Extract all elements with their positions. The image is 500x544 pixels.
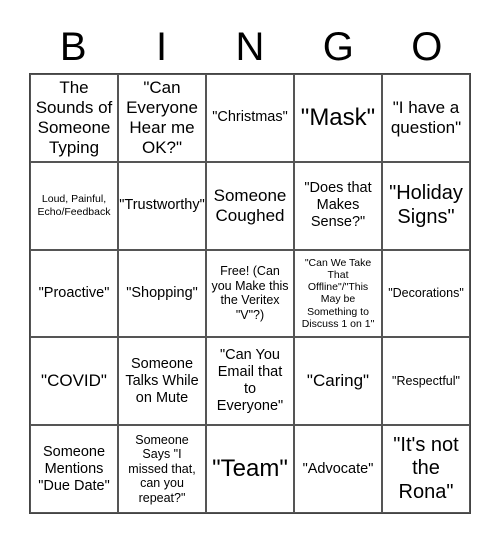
bingo-cell[interactable]: "Caring" (294, 337, 382, 426)
bingo-cell[interactable]: Loud, Painful, Echo/Feedback (30, 161, 118, 250)
bingo-cell[interactable]: "Does that Makes Sense?" (294, 161, 382, 250)
bingo-cell[interactable]: "Team" (206, 425, 294, 513)
bingo-cell[interactable]: "Can You Email that to Everyone" (206, 337, 294, 426)
bingo-cell[interactable]: "It's not the Rona" (382, 425, 470, 513)
bingo-cell[interactable]: "Holiday Signs" (382, 161, 470, 250)
bingo-cell[interactable]: "Shopping" (118, 249, 206, 338)
header-letter-g: G (322, 25, 354, 69)
bingo-cell[interactable]: "Decorations" (382, 249, 470, 338)
bingo-cell[interactable]: "Proactive" (30, 249, 118, 338)
bingo-header: B I N G O (29, 22, 471, 72)
bingo-cell[interactable]: "Advocate" (294, 425, 382, 513)
bingo-cell[interactable]: "COVID" (30, 337, 118, 426)
bingo-cell[interactable]: "Respectful" (382, 337, 470, 426)
bingo-cell[interactable]: Someone Says "I missed that, can you rep… (118, 425, 206, 513)
bingo-free-cell[interactable]: Free! (Can you Make this the Veritex "V"… (206, 249, 294, 338)
header-letter-n: N (235, 25, 265, 69)
bingo-card-grid: The Sounds of Someone Typing "Can Everyo… (29, 73, 471, 514)
bingo-cell[interactable]: Someone Mentions "Due Date" (30, 425, 118, 513)
header-letter-o: O (411, 25, 443, 69)
header-letter-i: I (156, 25, 168, 69)
header-letter-b: B (59, 25, 87, 69)
bingo-cell[interactable]: "Can Everyone Hear me OK?" (118, 74, 206, 162)
bingo-cell[interactable]: The Sounds of Someone Typing (30, 74, 118, 162)
bingo-cell[interactable]: "Christmas" (206, 74, 294, 162)
bingo-cell[interactable]: "I have a question" (382, 74, 470, 162)
bingo-cell[interactable]: "Trustworthy" (118, 161, 206, 250)
bingo-cell[interactable]: Someone Talks While on Mute (118, 337, 206, 426)
bingo-cell[interactable]: "Can We Take That Offline"/"This May be … (294, 249, 382, 338)
bingo-cell[interactable]: Someone Coughed (206, 161, 294, 250)
bingo-cell[interactable]: "Mask" (294, 74, 382, 162)
